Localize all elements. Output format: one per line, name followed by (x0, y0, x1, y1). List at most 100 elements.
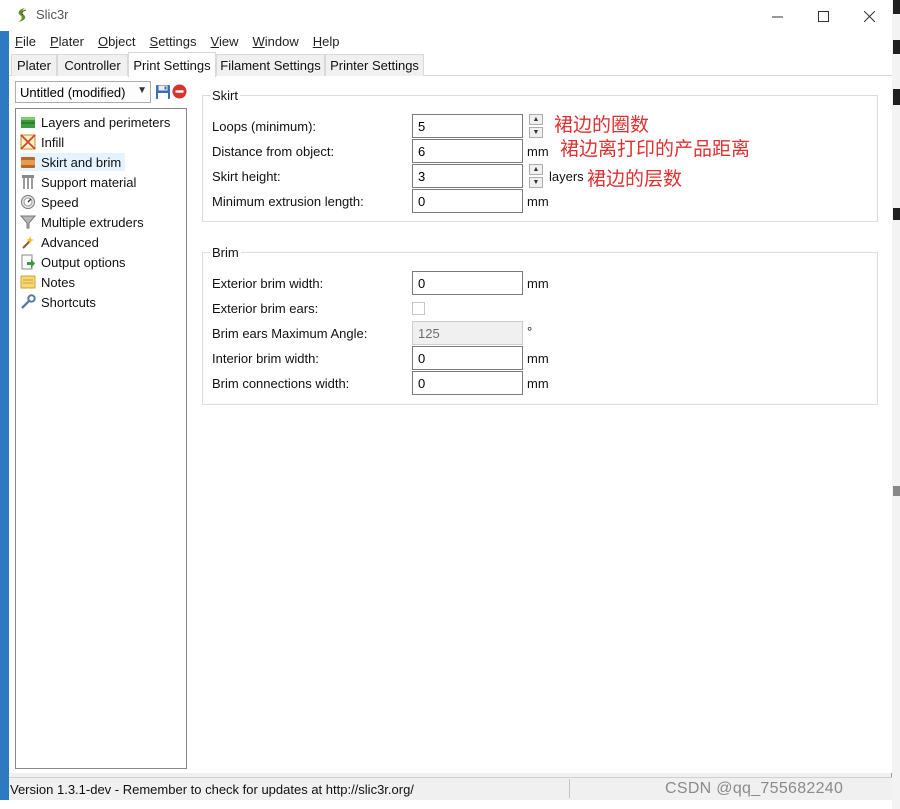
spin-up-icon[interactable]: ▲ (529, 114, 543, 125)
preset-select[interactable]: Untitled (modified) ▼ (15, 81, 151, 103)
min-extrusion-unit: mm (527, 194, 549, 209)
app-window: Slic3r File Plater Object Settings View … (0, 0, 892, 800)
desktop-background (892, 0, 900, 809)
menu-label: bject (108, 34, 136, 49)
save-preset-icon[interactable] (155, 84, 171, 100)
menu-file[interactable]: File (15, 34, 36, 49)
skirt-brim-icon (21, 157, 35, 168)
brim-connections-width-unit: mm (527, 376, 549, 391)
status-divider (569, 779, 570, 798)
loops-input[interactable]: 5 (412, 114, 523, 138)
sidebar-item-label: Support material (41, 174, 137, 190)
min-extrusion-input[interactable]: 0 (412, 189, 523, 213)
sidebar-item-layers-and-perimeters[interactable]: Layers and perimeters (20, 113, 174, 131)
sidebar-item-advanced[interactable]: Advanced (20, 233, 103, 251)
output-icon (21, 254, 35, 270)
distance-input[interactable]: 6 (412, 139, 523, 163)
background-fragment (893, 208, 900, 220)
menu-window[interactable]: Window (252, 34, 298, 49)
brim-connections-width-input[interactable]: 0 (412, 371, 523, 395)
menu-label: ile (22, 34, 36, 49)
exterior-brim-ears-checkbox[interactable] (412, 302, 425, 315)
sidebar-item-shortcuts[interactable]: Shortcuts (20, 293, 100, 311)
menu-help[interactable]: Help (313, 34, 340, 49)
menu-mnemonic: W (252, 34, 265, 49)
skirt-height-spinner[interactable]: ▲ ▼ (529, 164, 543, 188)
sidebar-item-multiple-extruders[interactable]: Multiple extruders (20, 213, 148, 231)
menu-mnemonic: P (49, 34, 59, 49)
spin-up-icon[interactable]: ▲ (529, 164, 543, 175)
sidebar-item-label: Advanced (41, 234, 99, 250)
minimize-button[interactable] (754, 4, 800, 28)
title-bar[interactable]: Slic3r (0, 0, 892, 31)
maximize-button[interactable] (800, 4, 846, 28)
sidebar-item-notes[interactable]: Notes (20, 273, 79, 291)
menu-mnemonic: H (312, 34, 323, 49)
menu-view[interactable]: View (211, 34, 239, 49)
minimize-icon (771, 16, 783, 17)
sidebar-item-label: Infill (41, 134, 65, 150)
extruders-icon (20, 215, 36, 229)
sidebar-item-label: Shortcuts (41, 294, 96, 310)
tab-filament-settings[interactable]: Filament Settings (216, 54, 325, 76)
exterior-brim-width-unit: mm (527, 276, 549, 291)
brim-ears-angle-unit: ° (527, 324, 533, 339)
brim-connections-width-label: Brim connections width: (212, 376, 350, 391)
brim-ears-angle-label: Brim ears Maximum Angle: (212, 326, 368, 341)
advanced-icon (22, 236, 34, 249)
menu-label: later (58, 34, 84, 49)
background-fragment (893, 0, 900, 14)
spin-down-icon[interactable]: ▼ (529, 177, 543, 188)
infill-icon (20, 134, 36, 150)
menu-label: indow (264, 34, 299, 49)
notes-icon (20, 275, 36, 289)
support-icon (22, 175, 34, 189)
menu-label: elp (322, 34, 340, 49)
sidebar-item-support-material[interactable]: Support material (20, 173, 140, 191)
delete-preset-icon[interactable] (172, 84, 187, 99)
spin-down-icon[interactable]: ▼ (529, 127, 543, 138)
menu-plater[interactable]: Plater (50, 34, 84, 49)
menu-settings[interactable]: Settings (150, 34, 197, 49)
menu-mnemonic: V (210, 34, 219, 49)
background-fragment (893, 89, 900, 105)
menu-object[interactable]: Object (98, 34, 136, 49)
status-text: Version 1.3.1-dev - Remember to check fo… (10, 781, 414, 797)
maximize-icon (817, 10, 829, 22)
window-title: Slic3r (36, 7, 69, 22)
brim-ears-angle-input[interactable]: 125 (412, 321, 523, 345)
tab-plater[interactable]: Plater (11, 54, 57, 76)
sidebar-item-output-options[interactable]: Output options (20, 253, 130, 271)
menu-label: iew (218, 34, 239, 49)
close-button[interactable] (846, 4, 892, 28)
skirt-height-label: Skirt height: (212, 169, 281, 184)
background-fragment (893, 486, 900, 496)
distance-annotation: 裙边离打印的产品距离 (560, 138, 751, 160)
sidebar-item-infill[interactable]: Infill (20, 133, 68, 151)
tab-controller[interactable]: Controller (57, 54, 128, 76)
chevron-down-icon: ▼ (137, 85, 147, 96)
skirt-height-unit: layers (549, 169, 584, 184)
loops-label: Loops (minimum): (212, 119, 317, 134)
window-left-accent (0, 0, 9, 800)
interior-brim-width-label: Interior brim width: (212, 351, 319, 366)
distance-unit: mm (527, 144, 549, 159)
sidebar-item-skirt-and-brim[interactable]: Skirt and brim (20, 153, 126, 171)
shortcuts-icon (21, 294, 36, 309)
tab-print-settings[interactable]: Print Settings (128, 52, 216, 77)
sidebar-item-label: Layers and perimeters (41, 114, 171, 130)
exterior-brim-width-input[interactable]: 0 (412, 271, 523, 295)
sidebar-item-label: Notes (41, 274, 75, 290)
close-icon (863, 10, 875, 22)
preset-value: Untitled (modified) (20, 84, 126, 100)
interior-brim-width-input[interactable]: 0 (412, 346, 523, 370)
tab-printer-settings[interactable]: Printer Settings (325, 54, 424, 76)
interior-brim-width-unit: mm (527, 351, 549, 366)
speed-icon (21, 195, 35, 209)
sidebar-item-speed[interactable]: Speed (20, 193, 83, 211)
loops-spinner[interactable]: ▲ ▼ (529, 114, 543, 138)
brim-group-title: Brim (210, 245, 241, 260)
skirt-group-title: Skirt (210, 88, 240, 103)
layers-icon (21, 117, 35, 128)
skirt-height-input[interactable]: 3 (412, 164, 523, 188)
